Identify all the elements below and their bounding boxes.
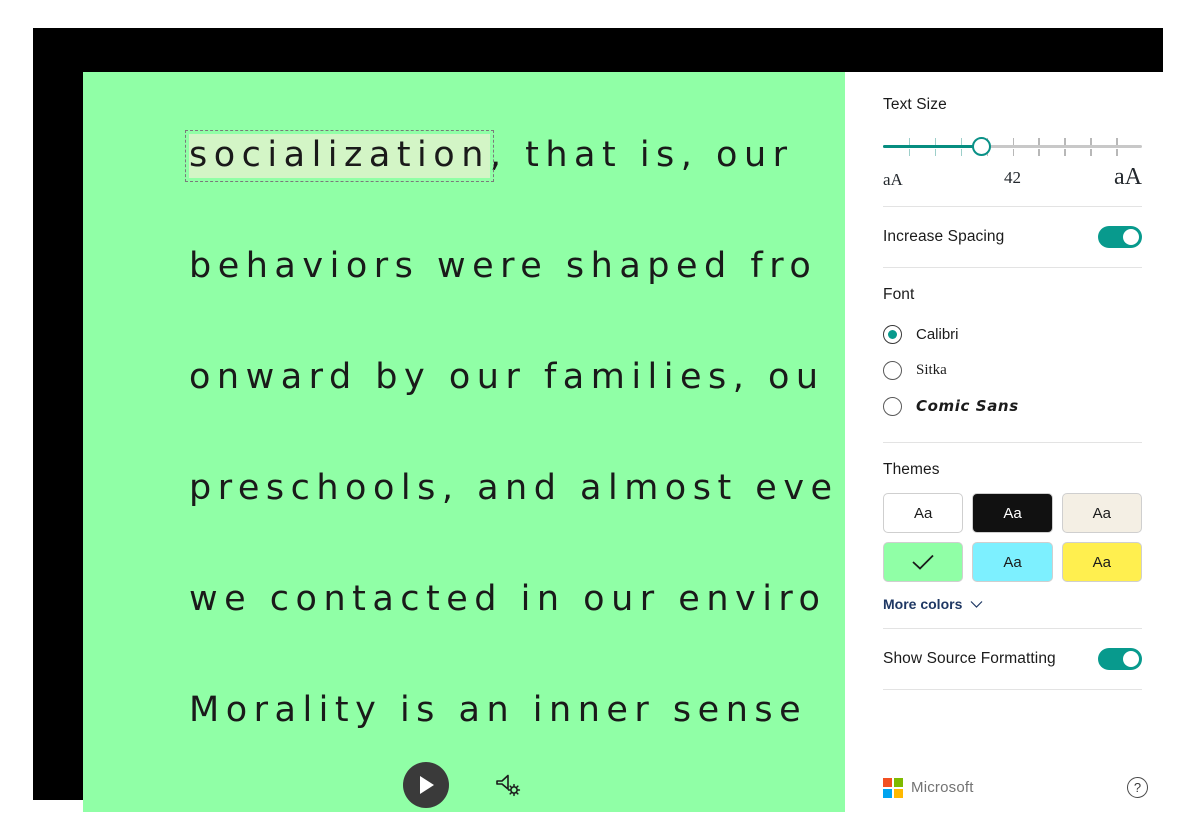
theme-swatch-white[interactable]: Aa bbox=[883, 493, 964, 533]
show-source-formatting-row[interactable]: Show Source Formatting bbox=[883, 639, 1142, 679]
more-colors-label: More colors bbox=[883, 596, 963, 612]
reading-line: onward by our families, ou bbox=[189, 357, 825, 397]
text-size-labels: aA 42 aA bbox=[883, 164, 1142, 192]
increase-spacing-row[interactable]: Increase Spacing bbox=[883, 217, 1142, 257]
microsoft-brand-label: Microsoft bbox=[911, 779, 974, 796]
theme-swatch-black[interactable]: Aa bbox=[972, 493, 1053, 533]
font-section: Font Calibri Sitka Comic Sans bbox=[883, 268, 1142, 424]
window-content-area: socialization, that is, our behaviors we… bbox=[83, 72, 1180, 812]
theme-swatch-green[interactable] bbox=[883, 542, 964, 582]
theme-swatch-label: Aa bbox=[1092, 553, 1111, 571]
text-size-title: Text Size bbox=[883, 96, 947, 113]
divider bbox=[883, 689, 1142, 690]
font-option-label: Sitka bbox=[916, 361, 947, 378]
playback-controls bbox=[83, 762, 845, 808]
reading-pane: socialization, that is, our behaviors we… bbox=[83, 72, 845, 812]
font-title: Font bbox=[883, 286, 915, 303]
immersive-reader-screen: socialization, that is, our behaviors we… bbox=[0, 0, 1197, 833]
reading-line: we contacted in our enviro bbox=[189, 579, 827, 619]
theme-swatch-yellow[interactable]: Aa bbox=[1061, 542, 1142, 582]
window-frame: socialization, that is, our behaviors we… bbox=[33, 28, 1180, 812]
slider-tick bbox=[1012, 149, 1014, 156]
voice-settings-button[interactable] bbox=[491, 768, 525, 802]
microsoft-squares-icon bbox=[883, 777, 903, 798]
font-options-list: Calibri Sitka Comic Sans bbox=[883, 316, 1142, 424]
slider-tick bbox=[960, 138, 963, 145]
slider-tick bbox=[1064, 138, 1066, 145]
slider-tick bbox=[1116, 149, 1118, 156]
increase-spacing-toggle[interactable] bbox=[1098, 226, 1142, 248]
theme-swatch-sepia[interactable]: Aa bbox=[1061, 493, 1142, 533]
radio-dot bbox=[888, 329, 897, 339]
highlighted-word[interactable]: socialization bbox=[185, 130, 494, 182]
text-size-section: Text Size aA 42 aA bbox=[883, 72, 1142, 192]
slider-tick bbox=[908, 149, 911, 156]
theme-swatch-label: Aa bbox=[913, 504, 933, 522]
divider bbox=[883, 628, 1142, 629]
large-text-icon: aA bbox=[1114, 164, 1142, 190]
toggle-knob bbox=[1123, 229, 1139, 245]
help-icon[interactable]: ? bbox=[1127, 777, 1148, 798]
themes-title: Themes bbox=[883, 461, 940, 478]
font-option-label: Calibri bbox=[916, 325, 959, 343]
themes-section: Themes Aa Aa Aa Aa Aa More colors bbox=[883, 443, 1142, 612]
text-size-slider[interactable] bbox=[883, 132, 1142, 162]
divider bbox=[883, 206, 1142, 207]
slider-ticks bbox=[883, 132, 1142, 162]
theme-swatch-label: Aa bbox=[1003, 553, 1022, 571]
show-source-formatting-toggle[interactable] bbox=[1098, 648, 1142, 670]
reading-line: Morality is an inner sense bbox=[189, 690, 808, 730]
slider-tick bbox=[934, 149, 937, 156]
toggle-knob bbox=[1123, 651, 1139, 667]
increase-spacing-label: Increase Spacing bbox=[883, 228, 1005, 245]
theme-swatch-grid: Aa Aa Aa Aa Aa bbox=[883, 493, 1142, 582]
radio-unselected-icon[interactable] bbox=[883, 396, 902, 416]
speaker-gear-icon bbox=[496, 774, 521, 797]
play-button[interactable] bbox=[403, 762, 449, 808]
checkmark-icon bbox=[912, 554, 934, 570]
slider-tick bbox=[1116, 138, 1118, 145]
more-colors-button[interactable]: More colors bbox=[883, 596, 1142, 612]
reading-preferences-panel: Text Size aA 42 aA Increase Spacing Font… bbox=[845, 72, 1180, 812]
font-option-sitka[interactable]: Sitka bbox=[883, 352, 1142, 388]
slider-tick bbox=[1090, 138, 1092, 145]
theme-swatch-label: Aa bbox=[1092, 504, 1111, 522]
radio-unselected-icon[interactable] bbox=[883, 360, 902, 380]
chevron-down-icon bbox=[970, 600, 983, 608]
reading-line: behaviors were shaped fro bbox=[189, 246, 818, 286]
show-source-formatting-label: Show Source Formatting bbox=[883, 650, 1056, 667]
microsoft-logo: Microsoft bbox=[883, 777, 974, 798]
slider-tick bbox=[908, 138, 911, 145]
reading-line: socialization, that is, our bbox=[185, 100, 845, 211]
font-option-comic-sans[interactable]: Comic Sans bbox=[883, 388, 1142, 424]
radio-selected-icon[interactable] bbox=[883, 324, 902, 344]
slider-tick bbox=[1038, 149, 1040, 156]
slider-tick bbox=[1012, 138, 1014, 145]
slider-tick bbox=[1064, 149, 1066, 156]
panel-footer: Microsoft ? bbox=[883, 777, 1148, 798]
font-option-calibri[interactable]: Calibri bbox=[883, 316, 1142, 352]
slider-thumb[interactable] bbox=[971, 136, 991, 156]
slider-tick bbox=[1038, 138, 1040, 145]
small-text-icon: aA bbox=[883, 170, 903, 189]
reading-text-block: socialization, that is, our behaviors we… bbox=[185, 100, 845, 766]
font-option-label: Comic Sans bbox=[916, 397, 1019, 415]
slider-tick bbox=[1090, 149, 1092, 156]
slider-tick bbox=[960, 149, 963, 156]
play-icon bbox=[420, 776, 434, 794]
reading-line: preschools, and almost eve bbox=[189, 468, 839, 508]
slider-tick bbox=[934, 138, 937, 145]
theme-swatch-cyan[interactable]: Aa bbox=[972, 542, 1053, 582]
theme-swatch-label: Aa bbox=[1003, 504, 1022, 522]
reading-line-text: , that is, our bbox=[489, 135, 794, 175]
text-size-value: 42 bbox=[1004, 168, 1021, 187]
